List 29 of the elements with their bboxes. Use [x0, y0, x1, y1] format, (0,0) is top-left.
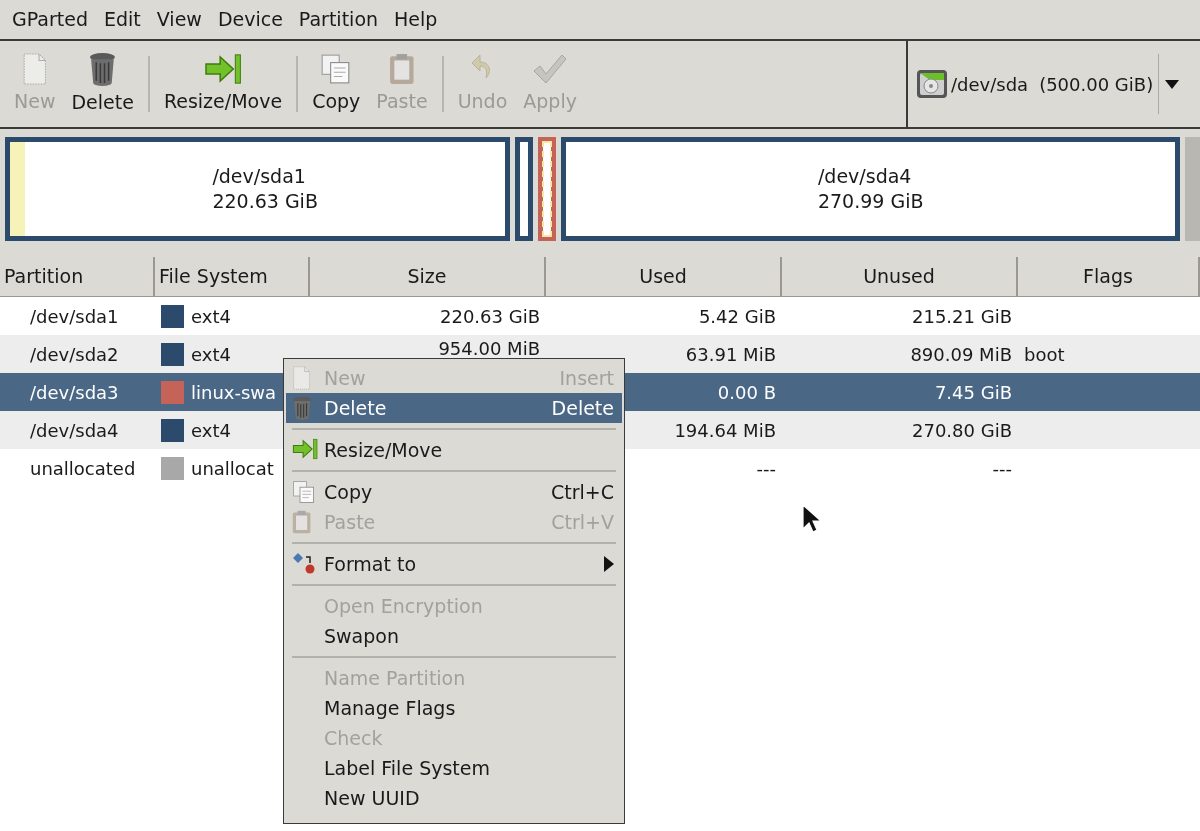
- partition-size: 220.63 GiB: [212, 189, 318, 214]
- table-cell-text: unallocated: [30, 456, 136, 481]
- table-cell-text: /dev/sda2: [30, 342, 119, 367]
- partition-size: 270.99 GiB: [817, 189, 924, 214]
- table-cell-text: 7.45 GiB: [934, 380, 1012, 405]
- table-cell-text: 5.42 GiB: [698, 304, 776, 329]
- table-cell-text: 215.21 GiB: [912, 304, 1012, 329]
- table-cell-text: 890.09 MiB: [910, 342, 1012, 367]
- table-cell-text: ext4: [191, 418, 231, 443]
- table-cell-text: ext4: [191, 342, 231, 367]
- device-size: (500.00 GiB): [1039, 72, 1154, 97]
- table-cell-text: 954.00 MiB: [438, 336, 540, 361]
- table-cell-text: /dev/sda4: [30, 418, 119, 443]
- table-cell-text: /dev/sda1: [30, 304, 119, 329]
- table-cell-text: unallocat: [191, 456, 274, 481]
- table-cell-text: 63.91 MiB: [685, 342, 776, 367]
- table-cell-text: 194.64 MiB: [674, 418, 776, 443]
- partition-name: /dev/sda4: [817, 164, 913, 189]
- table-cell-text: ---: [756, 456, 776, 481]
- table-cell-text: boot: [1024, 342, 1065, 367]
- table-cell-text: ---: [992, 456, 1012, 481]
- partition-name: /dev/sda1: [212, 164, 307, 189]
- table-cell-text: 220.63 GiB: [440, 304, 540, 329]
- table-cell-text: 270.80 GiB: [912, 418, 1012, 443]
- table-cell-text: linux-swa: [191, 380, 277, 405]
- table-cell-text: /dev/sda3: [30, 380, 119, 405]
- table-cell-text: 0.00 B: [717, 380, 776, 405]
- table-cell-text: ext4: [191, 304, 231, 329]
- device-name: /dev/sda: [951, 72, 1029, 97]
